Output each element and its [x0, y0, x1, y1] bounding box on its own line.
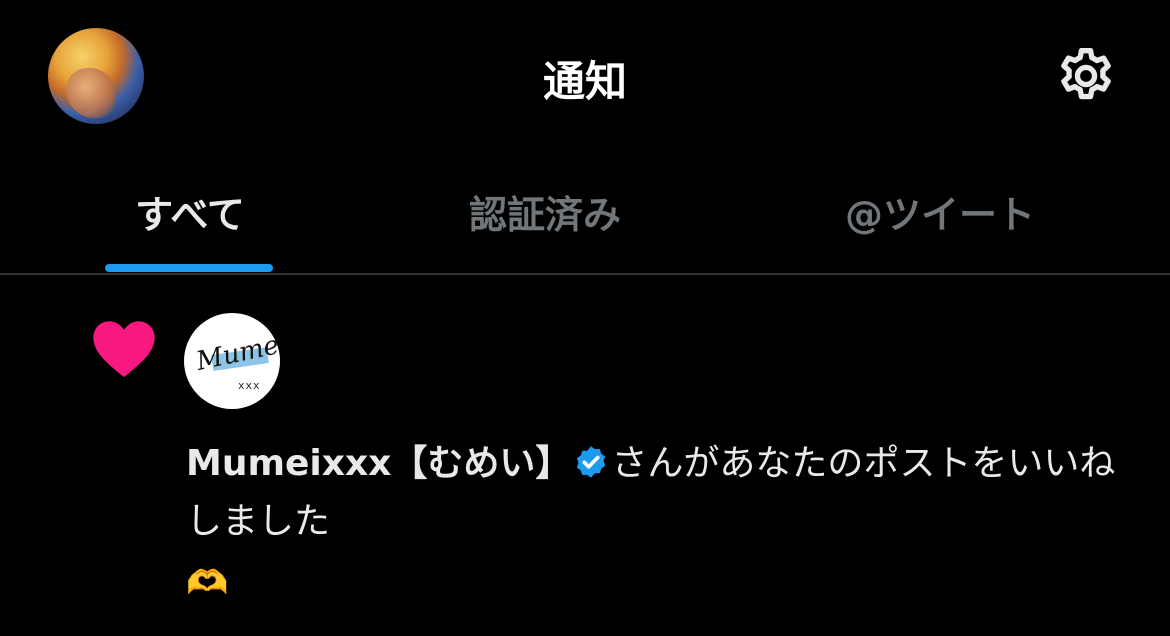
active-tab-indicator: [105, 264, 273, 272]
page-title: 通知: [542, 57, 627, 106]
tab-all[interactable]: すべて: [90, 184, 290, 244]
user-name[interactable]: Mumeixxx【むめい】: [186, 443, 571, 484]
top-bar: 通知: [0, 0, 1170, 150]
notification-item[interactable]: Mumei xxx Mumeixxx【むめい】 さんがあなたのポストをいいねしまし…: [0, 275, 1170, 636]
notification-tabs: すべて 認証済み @ツイート: [0, 160, 1170, 274]
notification-text: Mumeixxx【むめい】 さんがあなたのポストをいいねしました: [186, 435, 1146, 551]
user-avatar[interactable]: Mumei xxx: [184, 313, 280, 409]
reply-emoji: 🫶: [186, 563, 229, 603]
avatar-logo: Mumei: [193, 328, 280, 377]
avatar-logo-sub: xxx: [238, 379, 261, 392]
heart-icon: [93, 321, 155, 377]
tab-mentions[interactable]: @ツイート: [820, 184, 1060, 244]
gear-icon[interactable]: [1054, 44, 1118, 108]
verified-badge-icon: [577, 446, 606, 478]
tab-verified[interactable]: 認証済み: [440, 184, 650, 244]
